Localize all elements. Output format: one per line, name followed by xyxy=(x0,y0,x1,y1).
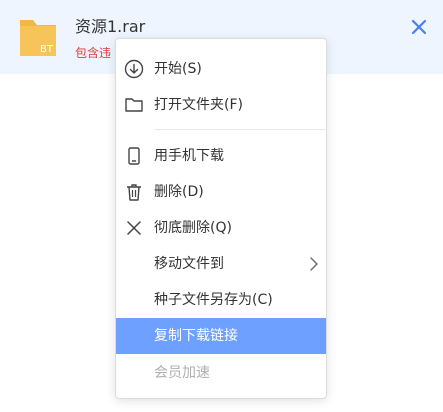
download-task-page: BT 资源1.rar 包含违 开始(S) 打开文件夹(F) 用手机下载 删除(D… xyxy=(0,0,443,412)
menu-item-save-torrent-as[interactable]: 种子文件另存为(C) xyxy=(116,282,326,318)
bt-badge-text: BT xyxy=(40,44,54,55)
menu-item-delete[interactable]: 删除(D) xyxy=(116,174,326,210)
chevron-right-icon xyxy=(308,256,320,272)
file-name: 资源1.rar xyxy=(75,17,146,36)
x-icon xyxy=(124,218,144,238)
menu-label-save-torrent-as: 种子文件另存为(C) xyxy=(154,292,273,308)
menu-label-copy-download-link: 复制下载链接 xyxy=(154,328,238,344)
file-warning-text: 包含违 xyxy=(75,46,112,60)
menu-label-delete-permanently: 彻底删除(Q) xyxy=(154,220,232,236)
folder-icon xyxy=(124,95,144,115)
menu-item-copy-download-link[interactable]: 复制下载链接 xyxy=(116,318,326,354)
context-menu: 开始(S) 打开文件夹(F) 用手机下载 删除(D) 彻底删除(Q) 移动文件到… xyxy=(115,38,327,399)
menu-item-open-folder[interactable]: 打开文件夹(F) xyxy=(116,87,326,123)
menu-item-delete-permanently[interactable]: 彻底删除(Q) xyxy=(116,210,326,246)
phone-icon xyxy=(124,146,144,166)
bt-folder-icon: BT xyxy=(18,14,58,58)
close-button[interactable] xyxy=(408,16,430,38)
menu-label-start: 开始(S) xyxy=(154,61,202,77)
menu-label-open-on-phone: 用手机下载 xyxy=(154,148,224,164)
menu-label-delete: 删除(D) xyxy=(154,184,204,200)
trash-icon xyxy=(124,182,144,202)
download-circle-icon xyxy=(124,59,144,79)
menu-item-open-on-phone[interactable]: 用手机下载 xyxy=(116,138,326,174)
menu-label-vip-speedup: 会员加速 xyxy=(154,365,210,381)
menu-item-vip-speedup: 会员加速 xyxy=(116,355,326,391)
menu-label-move-file-to: 移动文件到 xyxy=(154,256,224,272)
menu-divider xyxy=(154,129,326,130)
menu-label-open-folder: 打开文件夹(F) xyxy=(154,97,243,113)
menu-item-start[interactable]: 开始(S) xyxy=(116,51,326,87)
close-icon xyxy=(411,19,427,35)
menu-item-move-file-to[interactable]: 移动文件到 xyxy=(116,246,326,282)
